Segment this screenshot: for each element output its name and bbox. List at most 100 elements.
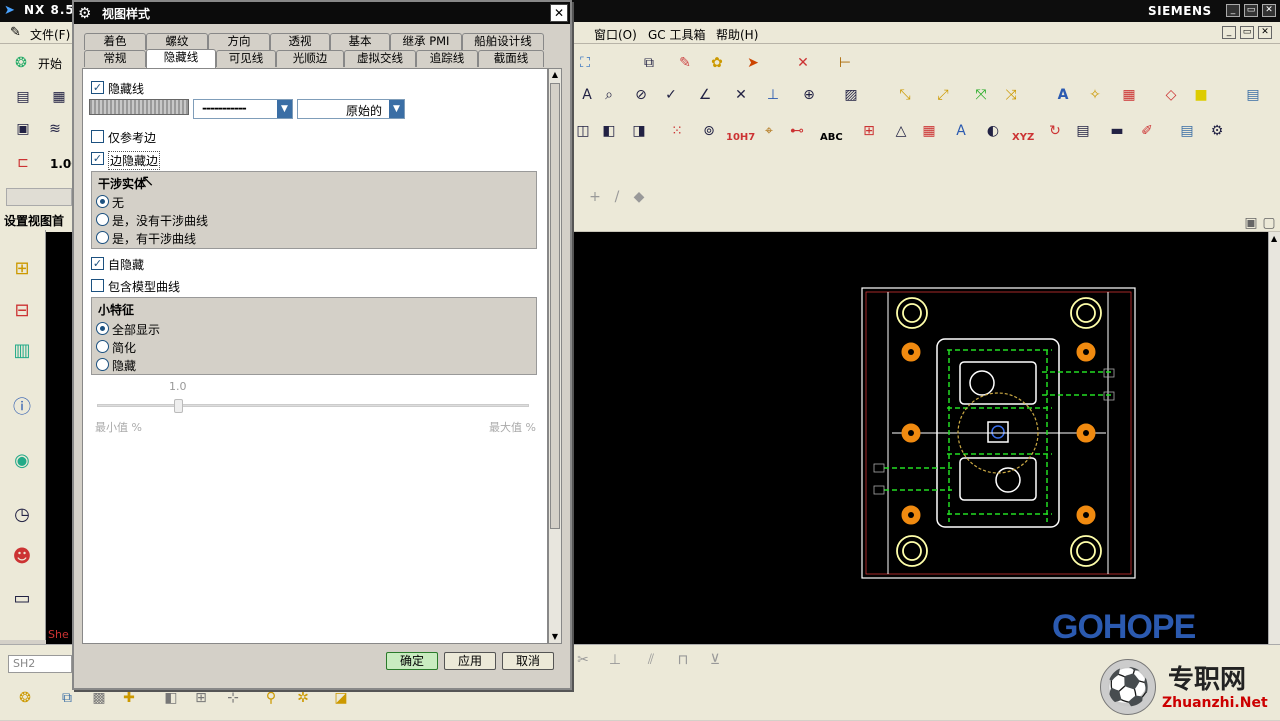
tab-thread[interactable]: 螺纹 xyxy=(146,33,208,50)
restore-icon[interactable]: ▭ xyxy=(1244,4,1258,17)
dim-icon-4[interactable]: ⤨ xyxy=(1000,84,1022,106)
brush-icon[interactable]: ✐ xyxy=(1136,120,1158,142)
bottom-tool-6-icon[interactable]: ⊞ xyxy=(190,687,212,709)
menu-file[interactable]: 文件(F) xyxy=(30,26,70,43)
snap-plus-icon[interactable]: + xyxy=(584,186,606,208)
abc-label[interactable]: ABC xyxy=(820,132,843,143)
mirror-icon[interactable]: ⫽ xyxy=(640,649,662,671)
view-icon[interactable]: ▦ xyxy=(48,86,70,108)
frame-icon-2[interactable]: ◧ xyxy=(598,120,620,142)
snap-line-icon[interactable]: / xyxy=(606,186,628,208)
tab-base[interactable]: 基本 xyxy=(330,33,390,50)
ordinate-icon[interactable]: ⊞ xyxy=(858,120,880,142)
shape-icon-1[interactable]: ✧ xyxy=(1084,84,1106,106)
list-icon[interactable]: ▤ xyxy=(1242,84,1264,106)
snap-shape-icon[interactable]: ◆ xyxy=(628,186,650,208)
corner-icon[interactable]: ⊻ xyxy=(704,649,726,671)
dim-x-icon[interactable]: ⊷ xyxy=(786,120,808,142)
close-icon[interactable]: ✕ xyxy=(1262,4,1276,17)
info-icon[interactable]: ⓘ xyxy=(8,392,36,420)
fit-view-icon[interactable]: ⛶ xyxy=(574,52,596,74)
drawing-sheet[interactable] xyxy=(572,232,1268,644)
parts-list-icon[interactable]: ▤ xyxy=(1072,120,1094,142)
trim-icon[interactable]: ✂ xyxy=(572,649,594,671)
tab-shading[interactable]: 着色 xyxy=(84,33,146,50)
label-icon[interactable]: ▬ xyxy=(1106,120,1128,142)
roles-icon[interactable]: ☻ xyxy=(8,542,36,570)
scroll-thumb[interactable] xyxy=(550,83,560,529)
tab-ship-lines[interactable]: 船舶设计线 xyxy=(462,33,544,50)
include-model-curves-checkbox[interactable] xyxy=(91,279,104,292)
menu-help[interactable]: 帮助(H) xyxy=(716,26,758,43)
line-width-select[interactable]: 原始的 ▼ xyxy=(297,99,405,119)
angle-icon[interactable]: ∠ xyxy=(694,84,716,106)
weld-icon[interactable]: ⌖ xyxy=(758,120,780,142)
dialog-scrollbar[interactable]: ▲ ▼ xyxy=(548,68,562,644)
start-icon[interactable]: ❂ xyxy=(10,52,32,74)
note-icon[interactable]: A xyxy=(950,120,972,142)
zoom-icon[interactable]: ⌕ xyxy=(598,84,620,106)
layer-icon[interactable]: ▣ xyxy=(12,118,34,140)
status-field[interactable]: SH2 xyxy=(8,655,72,673)
grid-dots-icon[interactable]: ⁙ xyxy=(666,120,688,142)
reuse-library-icon[interactable]: ▥ xyxy=(8,336,36,364)
bottom-tool-8-icon[interactable]: ⚲ xyxy=(260,687,282,709)
tab-orientation[interactable]: 方向 xyxy=(208,33,270,50)
maximize-pane-icon[interactable]: ▢ xyxy=(1258,212,1280,234)
dialog-titlebar[interactable]: ⚙ 视图样式 xyxy=(74,2,570,24)
bottom-tool-10-icon[interactable]: ◪ xyxy=(330,687,352,709)
doc-close-icon[interactable]: ✕ xyxy=(1258,26,1272,39)
tab-visible-lines[interactable]: 可见线 xyxy=(216,50,276,67)
tab-perspective[interactable]: 透视 xyxy=(270,33,330,50)
dim-icon-1[interactable]: ⤡ xyxy=(894,84,916,106)
center-icon[interactable]: ⊕ xyxy=(798,84,820,106)
bottom-tool-3-icon[interactable]: ▩ xyxy=(88,687,110,709)
show-all-radio[interactable] xyxy=(96,322,109,335)
snap-icon[interactable]: ✕ xyxy=(792,52,814,74)
cancel-button[interactable]: 取消 xyxy=(502,652,554,670)
line-color-swatch[interactable] xyxy=(89,99,189,115)
line-style-select[interactable]: ----------- ▼ xyxy=(193,99,293,119)
perp-icon[interactable]: ⊥ xyxy=(762,84,784,106)
shape-icon-2[interactable]: ▦ xyxy=(1118,84,1140,106)
bottom-tool-9-icon[interactable]: ✲ xyxy=(292,687,314,709)
web-browser-icon[interactable]: ◉ xyxy=(8,446,36,474)
tolerance-label[interactable]: 10H7 xyxy=(726,132,755,143)
hide-radio[interactable] xyxy=(96,358,109,371)
ref-edges-only-checkbox[interactable] xyxy=(91,130,104,143)
edge-hidden-edges-checkbox[interactable]: ✓ xyxy=(91,152,104,165)
bottom-tool-1-icon[interactable]: ❂ xyxy=(14,687,36,709)
extend-icon[interactable]: ⊥ xyxy=(604,649,626,671)
doc-restore-icon[interactable]: ▭ xyxy=(1240,26,1254,39)
frame-icon-3[interactable]: ◨ xyxy=(628,120,650,142)
layer-view-icon[interactable]: ⧉ xyxy=(638,52,660,74)
ok-button[interactable]: 确定 xyxy=(386,652,438,670)
gear-icon[interactable]: ⚙ xyxy=(1206,120,1228,142)
slider-thumb[interactable] xyxy=(174,399,183,413)
dialog-close-button[interactable]: ✕ xyxy=(550,4,568,22)
simplify-radio[interactable] xyxy=(96,340,109,353)
menu-window[interactable]: 窗口(O) xyxy=(594,26,637,43)
properties-icon[interactable]: ▤ xyxy=(1176,120,1198,142)
pen-tool-icon[interactable]: ✎ xyxy=(674,52,696,74)
minimize-icon[interactable]: _ xyxy=(1226,4,1240,17)
tab-general[interactable]: 常规 xyxy=(84,50,146,67)
part-navigator-icon[interactable]: ⊞ xyxy=(8,254,36,282)
interference-none-radio[interactable] xyxy=(96,195,109,208)
graphics-window[interactable]: GOHOPE xyxy=(572,232,1268,646)
check-icon[interactable]: ✓ xyxy=(660,84,682,106)
frame-icon-1[interactable]: ◫ xyxy=(572,120,594,142)
measure-icon[interactable]: ⊢ xyxy=(834,52,856,74)
menu-gc-toolbox[interactable]: GC 工具箱 xyxy=(648,26,706,43)
arrow-tool-icon[interactable]: ➤ xyxy=(742,52,764,74)
tab-section-lines[interactable]: 截面线 xyxy=(478,50,544,67)
tab-trace-lines[interactable]: 追踪线 xyxy=(416,50,478,67)
radius-icon[interactable]: ⊘ xyxy=(630,84,652,106)
scale-icon[interactable]: ⊏ xyxy=(12,152,34,174)
apply-button[interactable]: 应用 xyxy=(444,652,496,670)
dim-icon-3[interactable]: ⤧ xyxy=(970,84,992,106)
feature-slider[interactable] xyxy=(97,399,529,413)
xyz-label[interactable]: XYZ xyxy=(1012,132,1034,143)
dialog-gear-icon[interactable]: ⚙ xyxy=(78,4,91,22)
new-sheet-icon[interactable]: ▤ xyxy=(12,86,34,108)
